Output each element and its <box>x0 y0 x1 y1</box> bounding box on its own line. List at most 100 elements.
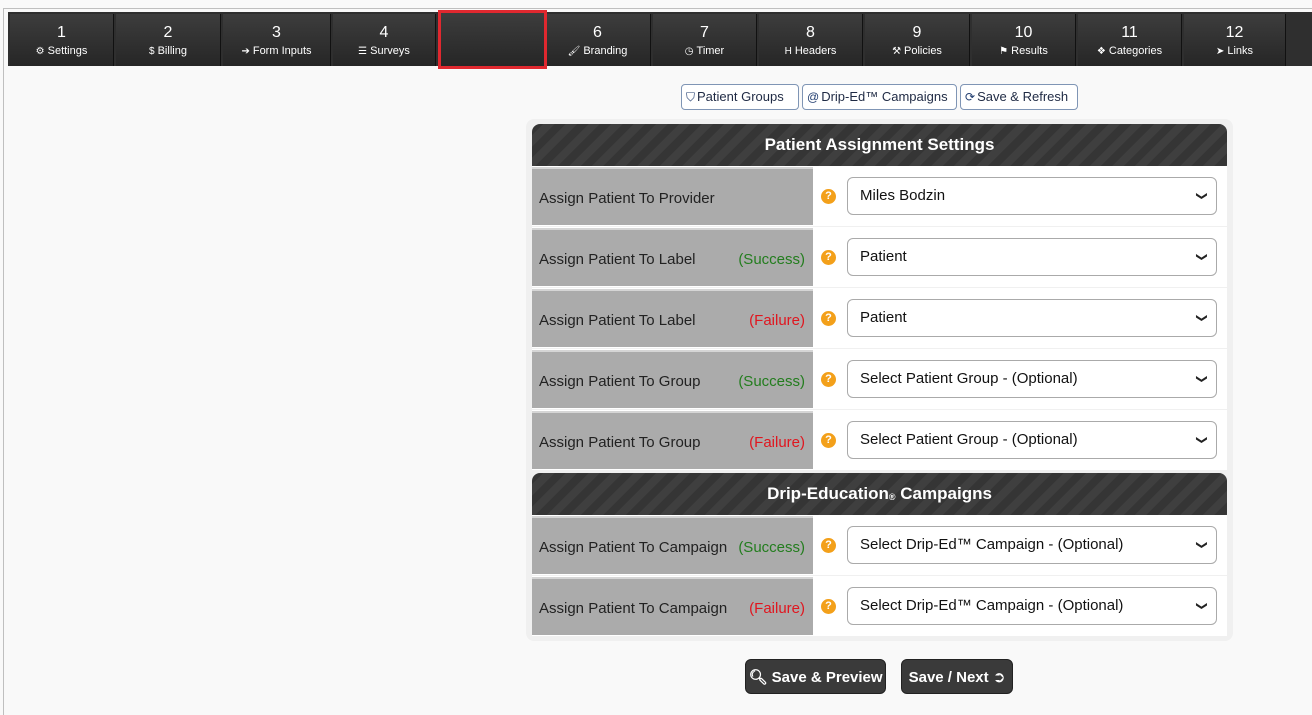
tab-label: Headers <box>794 45 837 57</box>
row-label: Assign Patient To Label <box>539 312 696 329</box>
frame-border-top <box>3 8 1312 9</box>
tab-number: 8 <box>806 24 815 41</box>
row-label: Assign Patient To Campaign <box>539 539 728 556</box>
assignment-row: Assign Patient To Group (Failure)? Select … <box>532 410 1227 470</box>
chevron-down-icon: ❯ <box>1195 191 1208 201</box>
tab-label-wrap: ◷ Timer <box>653 45 756 58</box>
chevron-down-icon: ❯ <box>1195 252 1208 262</box>
row-status: (Failure) <box>749 312 805 329</box>
tab-branding[interactable]: 6 🖌 Branding <box>545 14 651 66</box>
save-refresh-label: Save & Refresh <box>977 89 1069 104</box>
assignment-select[interactable]: Select Drip-Ed™ Campaign - (Optional) ❯ <box>847 587 1217 625</box>
chevron-down-icon: ❯ <box>1195 313 1208 323</box>
tab-label: Actions <box>479 45 516 57</box>
assignment-select[interactable]: Patient ❯ <box>847 299 1217 337</box>
tab-number: 12 <box>1225 24 1244 41</box>
tab-surveys[interactable]: 4 ☰ Surveys <box>333 14 436 66</box>
save-preview-label: Save & Preview <box>771 669 883 686</box>
help-icon[interactable]: ? <box>821 372 836 387</box>
row-label-cell: Assign Patient To Provider <box>532 167 813 225</box>
patient-assignment-title: Patient Assignment Settings <box>764 135 995 154</box>
row-status: (Success) <box>738 539 805 556</box>
row-label-cell: Assign Patient To Label (Success) <box>532 228 813 286</box>
tab-label-wrap: H Headers <box>759 45 862 58</box>
tab-results[interactable]: 10 ⚑ Results <box>972 14 1076 66</box>
step-tab-bar: 1 ⚙ Settings 2 $ Billing 3 ➔ Form Inputs 4 ☰ Survey… <box>8 12 1312 66</box>
dollar-icon: $ <box>149 46 155 57</box>
cubes-icon: ❖ <box>1096 46 1106 57</box>
tab-categories[interactable]: 11 ❖ Categories <box>1078 14 1182 66</box>
help-icon[interactable]: ? <box>821 538 836 553</box>
clock-icon: ◷ <box>684 46 694 57</box>
tab-label-wrap: $ Billing <box>116 45 220 58</box>
tab-billing[interactable]: 2 $ Billing <box>116 14 221 66</box>
tab-number: 9 <box>912 24 922 41</box>
tab-label: Surveys <box>370 45 410 57</box>
select-value: Select Patient Group - (Optional) <box>860 370 1078 387</box>
row-label: Assign Patient To Label <box>539 251 696 268</box>
help-icon[interactable]: ? <box>821 189 836 204</box>
tab-label-wrap: 🖌 Branding <box>545 45 650 58</box>
save-preview-button[interactable]: 🔍︎ Save & Preview <box>745 659 886 694</box>
sign-in-icon: ➔ <box>241 46 250 57</box>
tab-number: 3 <box>272 24 281 41</box>
tab-label: Settings <box>47 45 88 57</box>
registered-mark: ® <box>888 492 896 502</box>
assignment-row: Assign Patient To Campaign (Failure)? Sele… <box>532 576 1227 636</box>
tab-form-inputs[interactable]: 3 ➔ Form Inputs <box>223 14 331 66</box>
save-next-button[interactable]: Save / Next ➲ <box>901 659 1013 694</box>
tab-number: 7 <box>700 24 709 41</box>
tab-label-wrap: ❖ Categories <box>1078 45 1181 58</box>
drip-education-header: Drip-Education® Campaigns <box>532 473 1227 515</box>
help-icon[interactable]: ? <box>821 433 836 448</box>
assignment-row: Assign Patient To Label (Success)? Patient… <box>532 227 1227 287</box>
select-value: Select Patient Group - (Optional) <box>860 431 1078 448</box>
assignment-select[interactable]: Select Drip-Ed™ Campaign - (Optional) ❯ <box>847 526 1217 564</box>
frame-border-left <box>3 8 4 715</box>
flag-icon: ⚑ <box>999 46 1009 57</box>
assignment-row: Assign Patient To Label (Failure)? Patient… <box>532 288 1227 348</box>
tab-label: Form Inputs <box>252 45 312 57</box>
help-icon[interactable]: ? <box>821 311 836 326</box>
drip-campaigns-button[interactable]: @ Drip-Ed™ Campaigns <box>802 84 957 110</box>
row-label-cell: Assign Patient To Campaign (Success) <box>532 516 813 574</box>
help-icon[interactable]: ? <box>821 599 836 614</box>
patient-groups-button[interactable]: ⛉ Patient Groups <box>681 84 799 110</box>
assignment-row: Assign Patient To Provider? Miles Bodzin ❯ <box>532 166 1227 226</box>
chevron-down-icon: ❯ <box>1195 374 1208 384</box>
refresh-icon: ⟳ <box>965 90 976 104</box>
search-icon: 🔍︎ <box>748 669 768 686</box>
tab-policies[interactable]: 9 ⚒ Policies <box>865 14 970 66</box>
assignment-select[interactable]: Patient ❯ <box>847 238 1217 276</box>
shield-icon: ⛉ <box>686 90 696 104</box>
tab-settings[interactable]: 1 ⚙ Settings <box>10 14 114 66</box>
tab-timer[interactable]: 7 ◷ Timer <box>653 14 757 66</box>
gavel-icon: ⚒ <box>892 46 902 57</box>
row-label: Assign Patient To Group <box>539 434 701 451</box>
save-refresh-button[interactable]: ⟳ Save & Refresh <box>960 84 1078 110</box>
list-icon: ☰ <box>358 46 368 57</box>
tab-label-wrap: ➤ Links <box>1184 45 1285 58</box>
help-icon[interactable]: ? <box>821 250 836 265</box>
tab-links[interactable]: 12 ➤ Links <box>1184 14 1286 66</box>
assignment-select[interactable]: Select Patient Group - (Optional) ❯ <box>847 360 1217 398</box>
tab-headers[interactable]: 8 H Headers <box>759 14 863 66</box>
tab-label: Policies <box>904 45 942 57</box>
user-icon: 👤 <box>464 46 477 57</box>
assignment-select[interactable]: Miles Bodzin ❯ <box>847 177 1217 215</box>
select-value: Patient <box>860 309 907 326</box>
select-value: Select Drip-Ed™ Campaign - (Optional) <box>860 597 1124 614</box>
select-value: Miles Bodzin <box>860 187 946 204</box>
tab-label-wrap: ☰ Surveys <box>333 45 435 58</box>
tab-number: 5 <box>485 24 495 41</box>
assignment-row: Assign Patient To Group (Success)? Select … <box>532 349 1227 409</box>
assignment-row: Assign Patient To Campaign (Success)? Sele… <box>532 515 1227 575</box>
tab-actions[interactable]: 5 👤 Actions <box>438 14 543 66</box>
tab-number: 4 <box>379 24 389 41</box>
tab-number: 6 <box>593 24 602 41</box>
assignment-select[interactable]: Select Patient Group - (Optional) ❯ <box>847 421 1217 459</box>
brush-icon: 🖌 <box>567 46 581 57</box>
tab-number: 2 <box>163 24 173 41</box>
tab-number: 11 <box>1121 24 1138 41</box>
chevron-down-icon: ❯ <box>1195 540 1208 550</box>
